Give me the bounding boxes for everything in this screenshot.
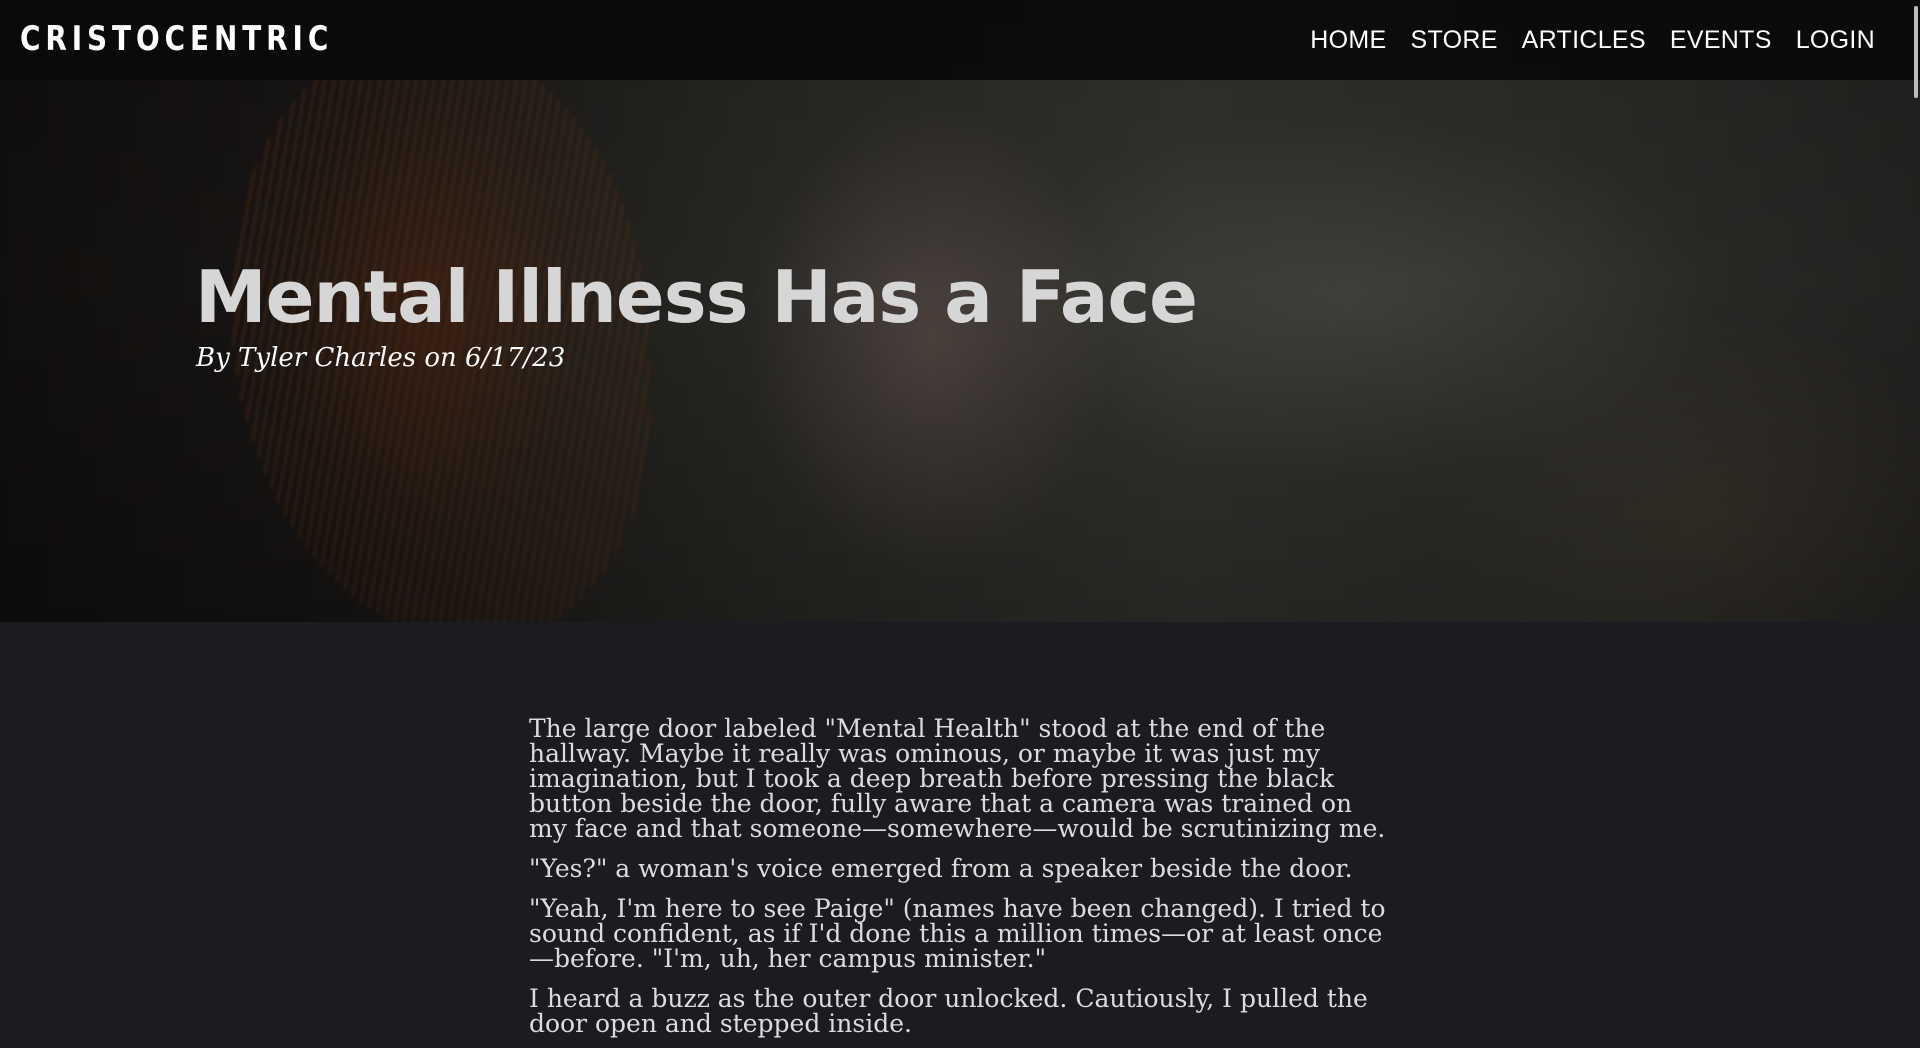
article-paragraph: "Yeah, I'm here to see Paige" (names hav… bbox=[529, 894, 1386, 973]
nav-articles-link[interactable]: ARTICLES bbox=[1522, 24, 1646, 56]
nav-events-link[interactable]: EVENTS bbox=[1670, 24, 1772, 56]
nav-store-link[interactable]: STORE bbox=[1411, 24, 1498, 56]
article-body: The large door labeled "Mental Health" s… bbox=[529, 716, 1389, 1048]
article-paragraph: "Yes?" a woman's voice emerged from a sp… bbox=[529, 854, 1353, 883]
nav-home-link[interactable]: HOME bbox=[1310, 24, 1386, 56]
top-navbar: CRISTOCENTRIC HOME STORE ARTICLES EVENTS… bbox=[0, 0, 1920, 80]
brand-logo[interactable]: CRISTOCENTRIC bbox=[20, 18, 333, 60]
main-nav: HOME STORE ARTICLES EVENTS LOGIN bbox=[1310, 24, 1875, 56]
article-title: Mental Illness Has a Face bbox=[195, 255, 1198, 339]
article-paragraph: I heard a buzz as the outer door unlocke… bbox=[529, 984, 1368, 1038]
page-scrollbar[interactable] bbox=[1914, 6, 1918, 98]
article-byline: By Tyler Charles on 6/17/23 bbox=[196, 343, 566, 373]
article-paragraph: The large door labeled "Mental Health" s… bbox=[529, 714, 1386, 843]
nav-login-link[interactable]: LOGIN bbox=[1796, 24, 1875, 56]
